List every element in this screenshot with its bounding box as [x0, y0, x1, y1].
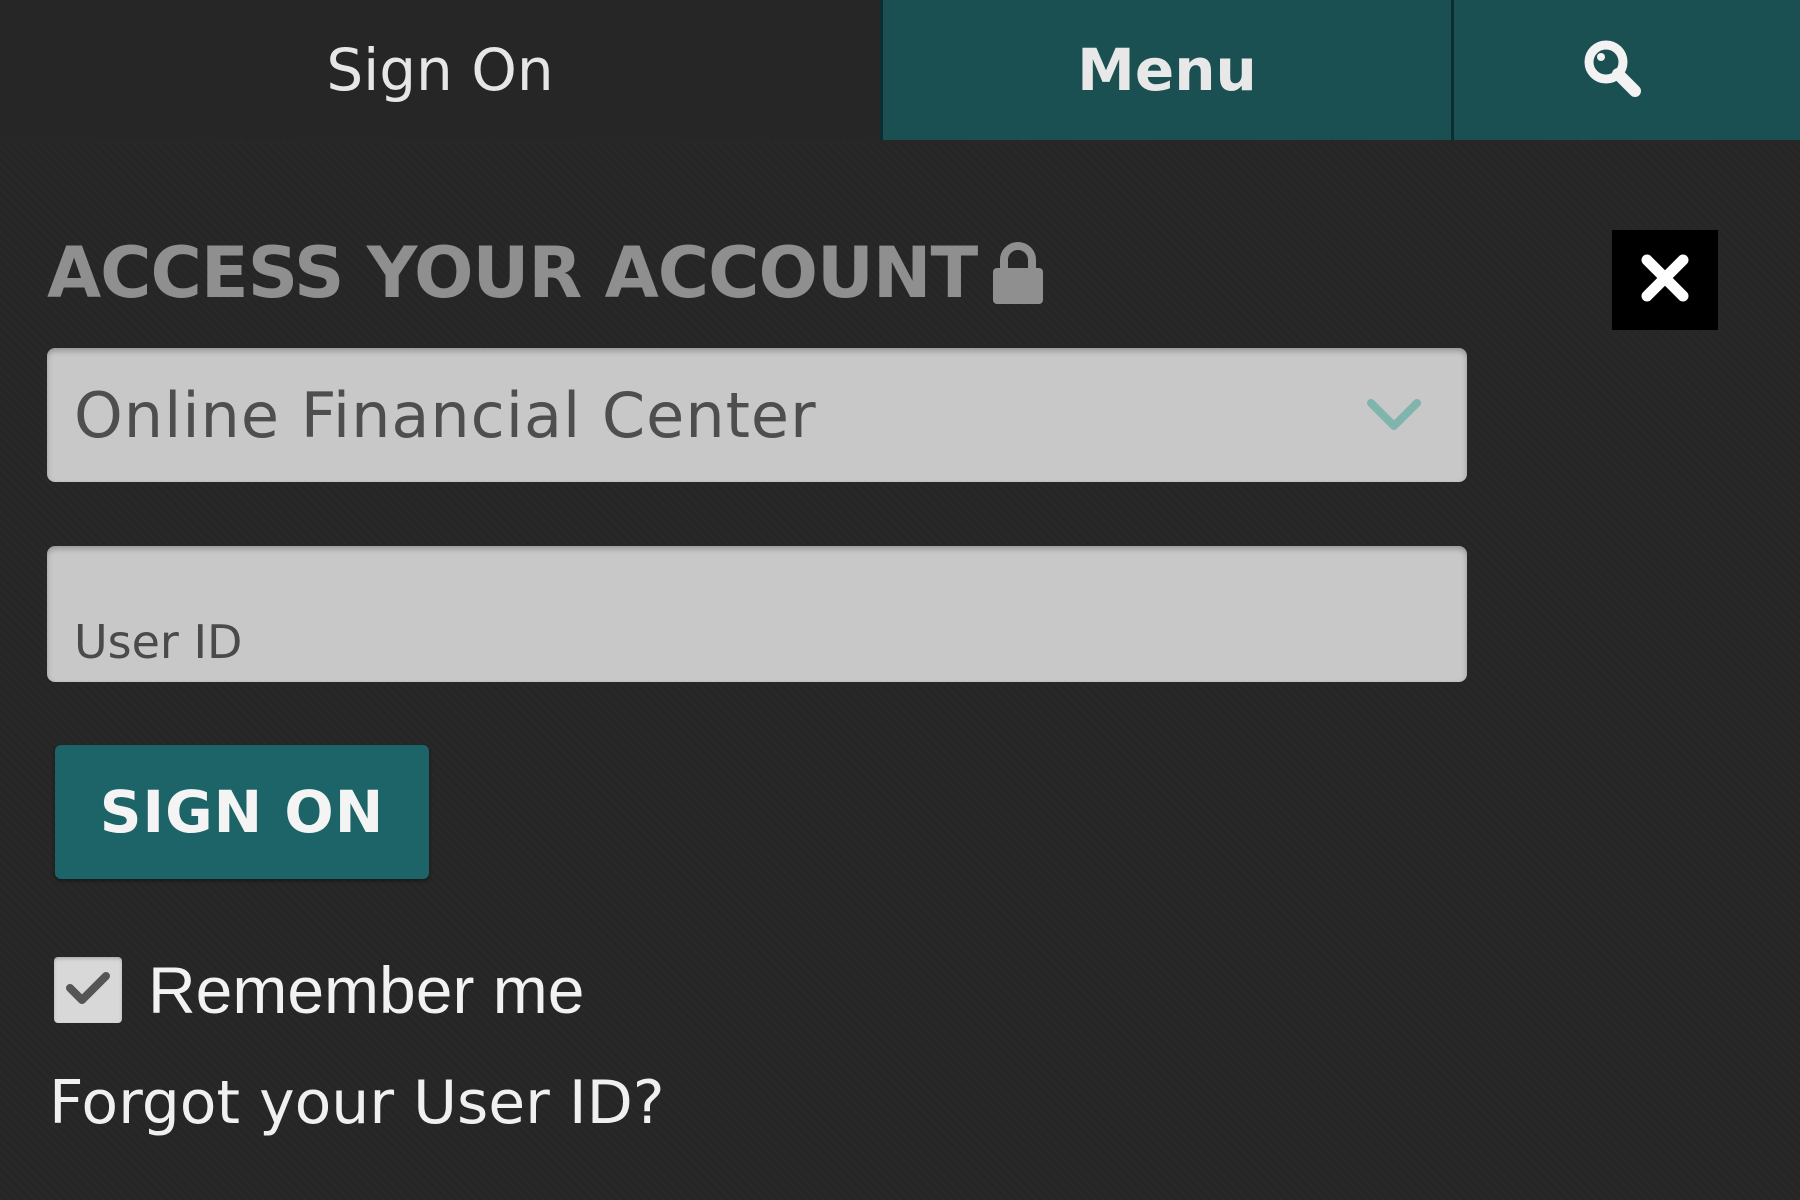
user-id-field-wrapper — [47, 546, 1467, 682]
sign-on-button[interactable]: SIGN ON — [55, 745, 429, 879]
panel-heading: ACCESS YOUR ACCOUNT — [47, 232, 1045, 314]
remember-me-checkbox[interactable] — [54, 957, 122, 1023]
top-nav: Sign On Menu — [0, 0, 1800, 140]
account-type-value: Online Financial Center — [74, 378, 817, 452]
remember-me-row: Remember me — [54, 952, 584, 1028]
close-icon — [1639, 252, 1691, 308]
tab-sign-on[interactable]: Sign On — [0, 0, 880, 140]
close-button[interactable] — [1612, 230, 1718, 330]
lock-icon — [991, 240, 1045, 306]
user-id-input[interactable] — [47, 546, 1467, 682]
tab-menu[interactable]: Menu — [880, 0, 1454, 140]
signon-page: Sign On Menu ACCESS YOUR ACCOUNT Online … — [0, 0, 1800, 1200]
checkmark-icon — [64, 968, 112, 1012]
remember-me-label: Remember me — [148, 953, 585, 1027]
tab-menu-label: Menu — [1077, 36, 1257, 104]
tab-sign-on-label: Sign On — [326, 36, 554, 104]
chevron-down-icon — [1365, 397, 1423, 433]
panel-title: ACCESS YOUR ACCOUNT — [47, 232, 978, 314]
search-button[interactable] — [1454, 0, 1800, 140]
account-type-select[interactable]: Online Financial Center — [47, 348, 1467, 482]
forgot-user-id-link[interactable]: Forgot your User ID? — [49, 1068, 665, 1138]
search-icon — [1580, 36, 1644, 104]
